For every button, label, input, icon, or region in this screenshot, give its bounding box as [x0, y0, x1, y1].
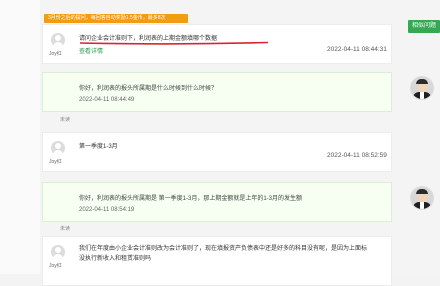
answer-text: 你好，利润表的报头所属期是什么时候到什么时候？: [79, 86, 218, 92]
reward-notice-banner: 3月份之后的提问，每回答自动奖励1.5金币，最多8次: [44, 14, 188, 23]
username: Joy红: [49, 51, 62, 57]
red-underline-annotation: [79, 41, 269, 45]
question-card: Joy红 请问企业会计准则下，利润表的上期金额填哪个数据 2022-04-11 …: [42, 24, 392, 64]
question-text-line: 没执行新收入和租赁准则吗: [79, 256, 152, 262]
view-details-link[interactable]: 查看详情: [79, 46, 103, 55]
user-avatar-icon: [51, 33, 65, 47]
answer-text: 你好，利润表的报头所属期是 第一季度1-3月，那上期金额就是上年的1-3月的发生…: [79, 196, 303, 202]
answer-card: 你好，利润表的报头所属期是 第一季度1-3月，那上期金额就是上年的1-3月的发生…: [42, 182, 392, 222]
question-timestamp: 2022-04-11 08:44:31: [327, 46, 387, 53]
answer-card: 你好，利润表的报头所属期是什么时候到什么时候？ 2022-04-11 08:44…: [42, 72, 392, 112]
answer-timestamp: 2022-04-11 08:44:49: [79, 97, 135, 103]
teacher-avatar-icon: [410, 76, 434, 100]
unread-status: 未读: [60, 226, 71, 232]
question-timestamp: 2022-04-11 08:52:59: [327, 152, 387, 159]
username: Joy红: [49, 159, 62, 165]
answer-timestamp: 2022-04-11 08:54:19: [79, 207, 135, 213]
question-card: Joy红 第一季度1-3月 2022-04-11 08:52:59: [42, 132, 392, 172]
qa-page: 3月份之后的提问，每回答自动奖励1.5金币，最多8次 相似问题 Joy红 请问企…: [0, 0, 440, 286]
left-margin: [0, 0, 40, 274]
user-avatar-icon: [51, 245, 65, 259]
question-text: 第一季度1-3月: [79, 144, 118, 150]
teacher-avatar-icon: [410, 186, 434, 210]
conversation-thread: Joy红 请问企业会计准则下，利润表的上期金额填哪个数据 2022-04-11 …: [42, 24, 392, 286]
user-avatar-icon: [51, 141, 65, 155]
username: Joy红: [49, 263, 62, 269]
unread-status: 未读: [60, 117, 71, 123]
question-text: 我们在年度由小企业会计准则改为会计准则了，现在填报资产负债表中还是好多的科目没有…: [79, 244, 379, 264]
similar-questions-button[interactable]: 相似问题: [408, 20, 440, 33]
question-text-line: 我们在年度由小企业会计准则改为会计准则了，现在填报资产负债表中还是好多的科目没有…: [79, 246, 368, 252]
question-card: Joy红 我们在年度由小企业会计准则改为会计准则了，现在填报资产负债表中还是好多…: [42, 236, 392, 286]
